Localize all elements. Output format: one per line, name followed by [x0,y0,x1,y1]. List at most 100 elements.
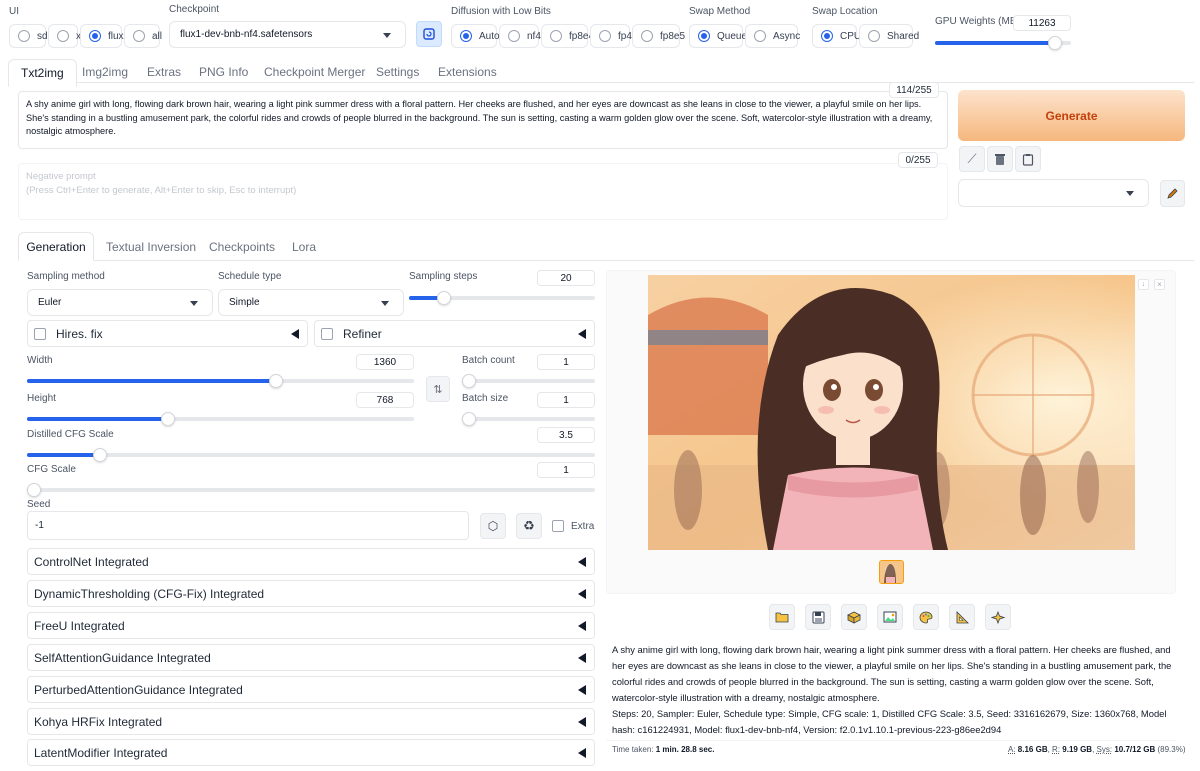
radio-icon [754,30,766,42]
ui-option-flux[interactable]: flux [80,24,124,48]
open-folder-button[interactable] [769,604,795,630]
random-seed-button[interactable]: ⬡ [480,513,506,539]
tab-img2img[interactable]: Img2img [82,65,128,79]
pencil-icon [1167,188,1178,199]
ui-option-all[interactable]: all [124,24,162,48]
low-bits-option-auto[interactable]: Auto [451,24,500,48]
subtab-textual-inversion[interactable]: Textual Inversion [106,240,196,254]
subtab-divider [18,260,1194,261]
tab-extensions[interactable]: Extensions [438,65,497,79]
swap-dimensions-button[interactable]: ⇅ [426,376,450,402]
radio-icon [508,30,520,42]
hires-fix-label: Hires. fix [56,326,103,341]
extra-seed-toggle[interactable]: Extra [552,520,594,532]
low-bits-option-fp4[interactable]: fp4 [590,24,632,48]
extra-label: Extra [571,520,595,532]
swap-location-shared[interactable]: Shared [859,24,919,48]
read-params-button[interactable]: ⟋ [959,146,985,172]
sampling-method-dropdown[interactable]: Euler [27,289,213,316]
tab-settings[interactable]: Settings [376,65,419,79]
paste-styles-button[interactable] [1015,146,1041,172]
subtab-generation[interactable]: Generation [18,232,94,261]
accordion-self-attention-guidance[interactable]: SelfAttentionGuidance Integrated [27,644,595,671]
sampling-steps-input[interactable]: 20 [537,270,595,286]
distilled-cfg-label: Distilled CFG Scale [27,429,114,440]
width-slider[interactable] [27,374,414,388]
hires-fix-toggle[interactable]: Hires. fix [27,320,308,347]
subtab-checkpoints[interactable]: Checkpoints [209,240,275,254]
accordion-latent-modifier[interactable]: LatentModifier Integrated [27,739,595,766]
clear-prompt-button[interactable] [987,146,1013,172]
tab-txt2img[interactable]: Txt2img [8,59,77,87]
refiner-toggle[interactable]: Refiner [314,320,595,347]
swap-method-async[interactable]: Async [745,24,800,48]
low-bits-option-fp8e5[interactable]: fp8e5 [632,24,685,48]
slider-thumb [93,448,108,462]
checkpoint-dropdown[interactable]: flux1-dev-bnb-nf4.safetensors [169,21,406,48]
schedule-type-dropdown[interactable]: Simple [218,289,404,316]
collapse-arrow-icon [578,684,586,695]
cfg-scale-input[interactable]: 1 [537,462,595,478]
close-icon[interactable]: × [1154,279,1165,290]
prompt-textarea[interactable]: A shy anime girl with long, flowing dark… [18,91,948,149]
low-bits-option-fp8e4[interactable]: fp8e4 [541,24,594,48]
image-thumbnail[interactable] [879,560,904,584]
refiner-label: Refiner [343,326,382,341]
sampling-steps-slider[interactable] [409,291,595,305]
ui-option-xl[interactable]: xl [48,24,83,48]
save-button[interactable] [805,604,831,630]
batch-size-label: Batch size [462,393,509,404]
send-to-extras-button[interactable] [949,604,975,630]
refresh-checkpoint-button[interactable] [416,21,442,47]
subtab-lora[interactable]: Lora [292,240,316,254]
accordion-dynamic-thresholding[interactable]: DynamicThresholding (CFG-Fix) Integrated [27,580,595,607]
tab-extras[interactable]: Extras [147,65,181,79]
distilled-cfg-slider[interactable] [27,448,595,462]
edit-styles-button[interactable] [1160,180,1185,207]
height-input[interactable]: 768 [356,392,414,408]
batch-size-input[interactable]: 1 [537,392,595,408]
width-input[interactable]: 1360 [356,354,414,370]
send-to-inpaint-button[interactable] [913,604,939,630]
tab-checkpoint-merger[interactable]: Checkpoint Merger [264,65,365,79]
accordion-controlnet[interactable]: ControlNet Integrated [27,548,595,575]
seed-input[interactable]: -1 [27,511,469,540]
chevron-down-icon [1126,191,1134,196]
download-icon[interactable]: ↓ [1138,279,1149,290]
checkpoint-label: Checkpoint [169,4,220,15]
gpu-weights-slider[interactable] [935,36,1071,50]
generation-info: A shy anime girl with long, flowing dark… [612,642,1172,738]
cfg-scale-label: CFG Scale [27,464,76,475]
distilled-cfg-input[interactable]: 3.5 [537,427,595,443]
send-to-extensions-button[interactable] [985,604,1011,630]
swap-location-cpu[interactable]: CPU [812,24,861,48]
generated-image[interactable] [648,275,1135,550]
accordion-freeu[interactable]: FreeU Integrated [27,612,595,639]
swap-method-queue[interactable]: Queue [689,24,747,48]
height-slider[interactable] [27,412,414,426]
ui-option-sd[interactable]: sd [9,24,48,48]
reuse-seed-button[interactable]: ♻ [516,513,542,539]
gpu-weights-label: GPU Weights (MB) [935,16,1020,27]
send-to-img2img-button[interactable] [877,604,903,630]
gpu-weights-input[interactable]: 11263 [1013,15,1071,31]
accordion-kohya-hrfix[interactable]: Kohya HRFix Integrated [27,708,595,735]
batch-count-input[interactable]: 1 [537,354,595,370]
recycle-icon: ♻ [523,518,535,533]
info-prompt: A shy anime girl with long, flowing dark… [612,644,1172,703]
swap-arrows-icon: ⇅ [433,383,443,396]
collapse-arrow-icon [578,588,586,599]
zip-button[interactable] [841,604,867,630]
batch-size-slider[interactable] [462,412,595,426]
accordion-perturbed-attention-guidance[interactable]: PerturbedAttentionGuidance Integrated [27,676,595,703]
negative-prompt-textarea[interactable]: Negative prompt (Press Ctrl+Enter to gen… [18,163,948,220]
batch-count-slider[interactable] [462,374,595,388]
slider-thumb [436,291,451,305]
low-bits-option-nf4[interactable]: nf4 [499,24,541,48]
triangle-ruler-icon [956,610,969,623]
height-label: Height [27,393,56,404]
generate-button[interactable]: Generate [958,90,1185,141]
tab-png-info[interactable]: PNG Info [199,65,248,79]
styles-dropdown[interactable] [958,179,1149,207]
cfg-scale-slider[interactable] [27,483,595,497]
